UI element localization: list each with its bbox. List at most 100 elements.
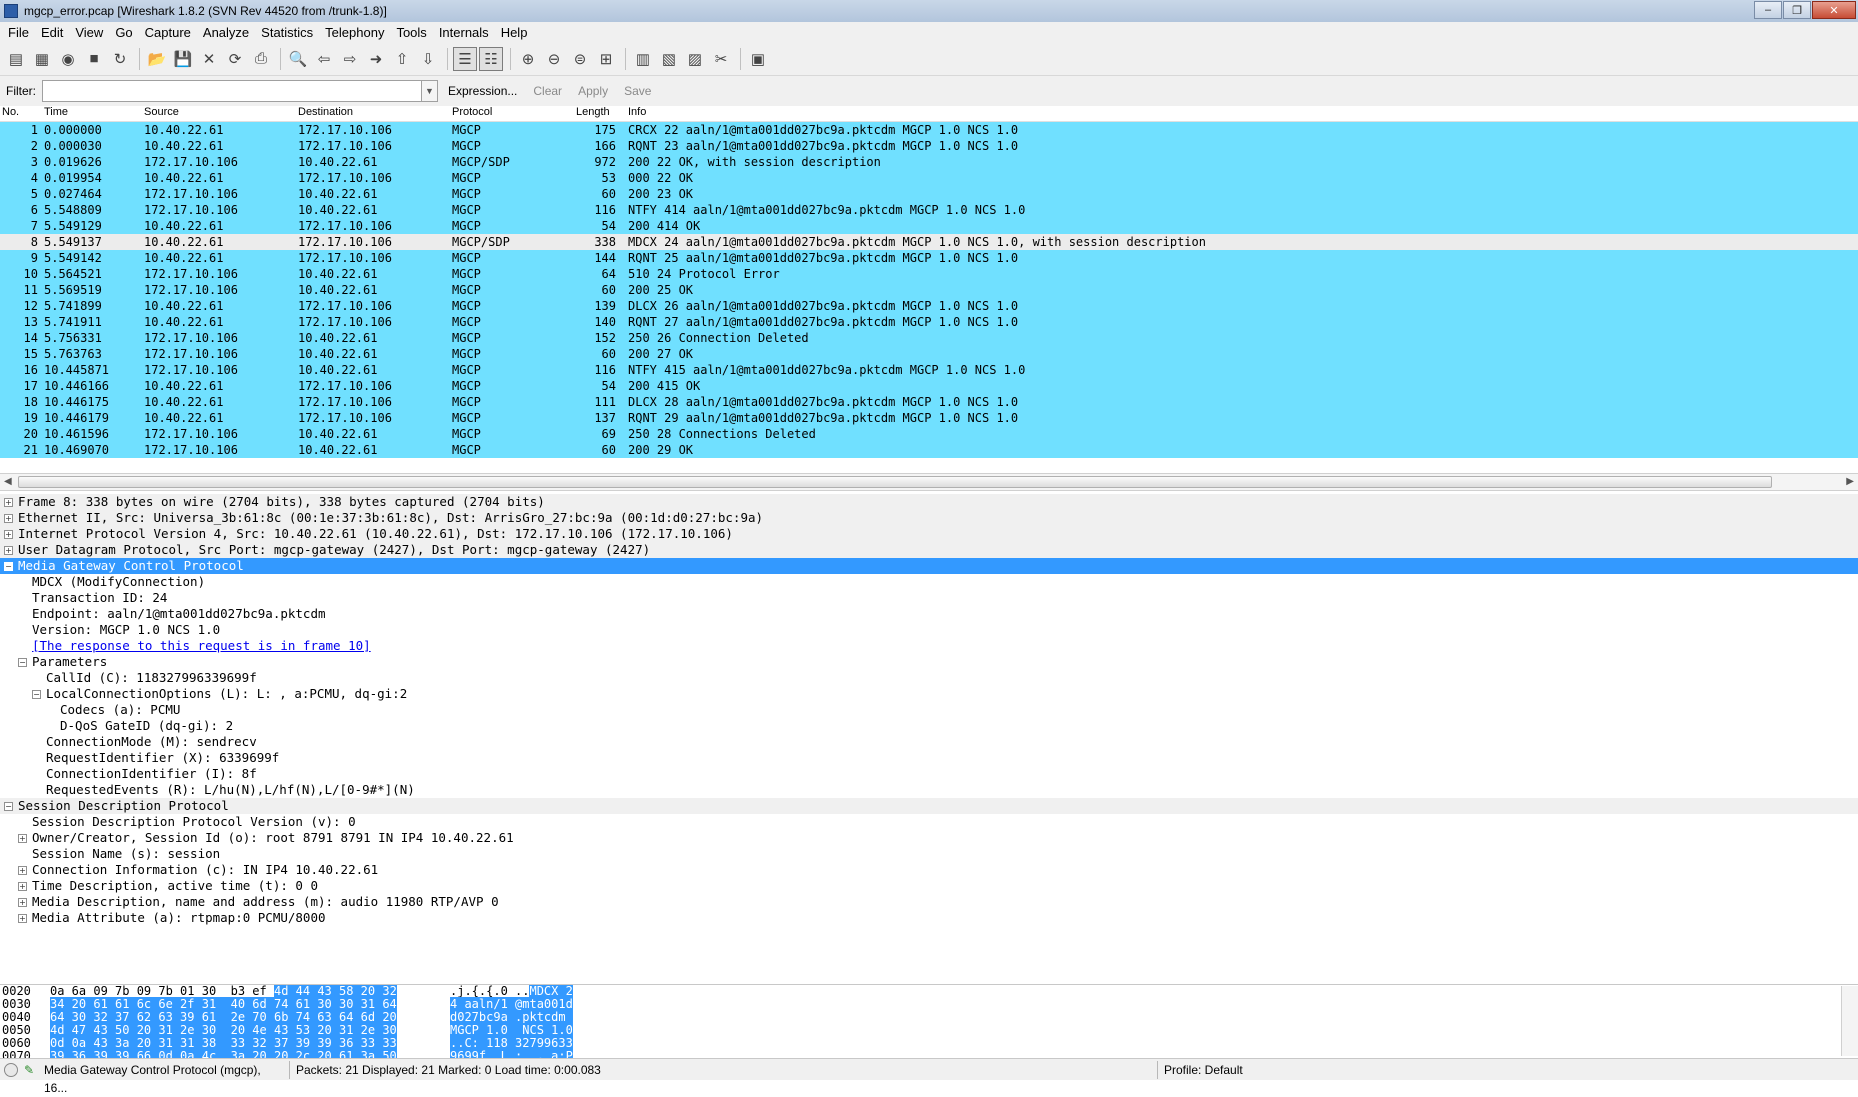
hex-row[interactable]: 0070 39 36 39 39 66 0d 0a 4c 3a 20 20 2c … <box>0 1049 1858 1058</box>
detail-row[interactable]: ConnectionMode (M): sendrecv <box>0 734 1858 750</box>
menu-tools[interactable]: Tools <box>390 25 432 40</box>
detail-row[interactable]: + Time Description, active time (t): 0 0 <box>0 878 1858 894</box>
expand-icon[interactable]: + <box>18 897 27 907</box>
save-button[interactable]: Save <box>624 84 651 98</box>
help-button[interactable]: ▣ <box>746 47 770 71</box>
open-file-button[interactable]: 📂 <box>145 47 169 71</box>
packet-list-hscrollbar[interactable]: ◀ ▶ <box>0 473 1858 491</box>
zoom-out-button[interactable]: ⊖ <box>542 47 566 71</box>
capture-filters-button[interactable]: ▥ <box>631 47 655 71</box>
packet-row[interactable]: 18 10.446175 10.40.22.61 172.17.10.106 MGCP 1… <box>0 394 1858 410</box>
expand-icon[interactable]: + <box>4 529 13 539</box>
scroll-right-icon[interactable]: ▶ <box>1846 476 1854 487</box>
packet-row[interactable]: 21 10.469070 172.17.10.106 10.40.22.61 MGCP 6… <box>0 442 1858 458</box>
response-frame-link[interactable]: [The response to this request is in fram… <box>32 638 371 654</box>
find-button[interactable]: 🔍 <box>286 47 310 71</box>
detail-row[interactable]: Version: MGCP 1.0 NCS 1.0 <box>0 622 1858 638</box>
packet-row[interactable]: 4 0.019954 10.40.22.61 172.17.10.106 MGCP 53 0… <box>0 170 1858 186</box>
zoom-normal-button[interactable]: ⊜ <box>568 47 592 71</box>
packet-row[interactable]: 17 10.446166 10.40.22.61 172.17.10.106 MGCP 5… <box>0 378 1858 394</box>
column-header-no[interactable]: No. <box>0 106 42 121</box>
detail-row[interactable]: Endpoint: aaln/1@mta001dd027bc9a.pktcdm <box>0 606 1858 622</box>
clear-button[interactable]: Clear <box>533 84 562 98</box>
stop-capture-button[interactable]: ■ <box>82 47 106 71</box>
packet-row[interactable]: 15 5.763763 172.17.10.106 10.40.22.61 MGCP 60… <box>0 346 1858 362</box>
packet-details-tree[interactable]: + Frame 8: 338 bytes on wire (2704 bits),… <box>0 494 1858 980</box>
coloring-rules-button[interactable]: ▨ <box>683 47 707 71</box>
zoom-in-button[interactable]: ⊕ <box>516 47 540 71</box>
collapse-icon[interactable]: − <box>32 689 41 699</box>
menu-help[interactable]: Help <box>495 25 534 40</box>
save-file-button[interactable]: 💾 <box>171 47 195 71</box>
expand-icon[interactable]: + <box>18 833 27 843</box>
detail-row[interactable]: − Parameters <box>0 654 1858 670</box>
menu-view[interactable]: View <box>69 25 109 40</box>
packet-row[interactable]: 6 5.548809 172.17.10.106 10.40.22.61 MGCP 116… <box>0 202 1858 218</box>
expand-icon[interactable]: + <box>4 545 13 555</box>
go-first-button[interactable]: ⇧ <box>390 47 414 71</box>
packet-row[interactable]: 9 5.549142 10.40.22.61 172.17.10.106 MGCP 144… <box>0 250 1858 266</box>
detail-row[interactable]: RequestIdentifier (X): 6339699f <box>0 750 1858 766</box>
close-file-button[interactable]: ✕ <box>197 47 221 71</box>
detail-row[interactable]: − Session Description Protocol <box>0 798 1858 814</box>
detail-row[interactable]: + Media Attribute (a): rtpmap:0 PCMU/8000 <box>0 910 1858 926</box>
menu-analyze[interactable]: Analyze <box>197 25 255 40</box>
resize-columns-button[interactable]: ⊞ <box>594 47 618 71</box>
scroll-left-icon[interactable]: ◀ <box>4 476 12 487</box>
detail-row[interactable]: Session Name (s): session <box>0 846 1858 862</box>
go-forward-button[interactable]: ⇨ <box>338 47 362 71</box>
detail-row[interactable]: + Owner/Creator, Session Id (o): root 879… <box>0 830 1858 846</box>
column-header-length[interactable]: Length <box>574 106 624 121</box>
detail-row[interactable]: [The response to this request is in fram… <box>0 638 1858 654</box>
packet-row[interactable]: 3 0.019626 172.17.10.106 10.40.22.61 MGCP/SD… <box>0 154 1858 170</box>
detail-row[interactable]: − LocalConnectionOptions (L): L: , a:PCMU… <box>0 686 1858 702</box>
packet-row[interactable]: 5 0.027464 172.17.10.106 10.40.22.61 MGCP 60 2… <box>0 186 1858 202</box>
packet-row[interactable]: 2 0.000030 10.40.22.61 172.17.10.106 MGCP 166… <box>0 138 1858 154</box>
packet-row[interactable]: 16 10.445871 172.17.10.106 10.40.22.61 MGCP 1… <box>0 362 1858 378</box>
detail-row[interactable]: + Media Description, name and address (m)… <box>0 894 1858 910</box>
filter-input[interactable] <box>42 80 422 102</box>
packet-row[interactable]: 12 5.741899 10.40.22.61 172.17.10.106 MGCP 13… <box>0 298 1858 314</box>
detail-row[interactable]: Codecs (a): PCMU <box>0 702 1858 718</box>
expand-icon[interactable]: + <box>18 881 27 891</box>
expression-button[interactable]: Expression... <box>448 84 517 98</box>
column-header-time[interactable]: Time <box>42 106 142 121</box>
hex-bytes[interactable]: 39 36 39 39 66 0d 0a 4c 3a 20 20 2c 20 6… <box>50 1049 450 1058</box>
menu-file[interactable]: File <box>2 25 35 40</box>
menu-telephony[interactable]: Telephony <box>319 25 390 40</box>
packet-row[interactable]: 19 10.446179 10.40.22.61 172.17.10.106 MGCP 1… <box>0 410 1858 426</box>
packet-row[interactable]: 8 5.549137 10.40.22.61 172.17.10.106 MGCP/SD… <box>0 234 1858 250</box>
detail-row[interactable]: ConnectionIdentifier (I): 8f <box>0 766 1858 782</box>
apply-button[interactable]: Apply <box>578 84 608 98</box>
autoscroll-button[interactable]: ☷ <box>479 46 503 71</box>
expand-icon[interactable]: + <box>18 865 27 875</box>
minimize-button[interactable]: – <box>1754 1 1782 19</box>
interface-list-button[interactable]: ▤ <box>4 47 28 71</box>
detail-row[interactable]: + Connection Information (c): IN IP4 10.4… <box>0 862 1858 878</box>
detail-row[interactable]: MDCX (ModifyConnection) <box>0 574 1858 590</box>
detail-row[interactable]: + User Datagram Protocol, Src Port: mgcp-… <box>0 542 1858 558</box>
reload-button[interactable]: ⟳ <box>223 47 247 71</box>
scrollbar-thumb[interactable] <box>18 476 1772 488</box>
close-button[interactable]: ✕ <box>1812 1 1856 19</box>
packet-row[interactable]: 11 5.569519 172.17.10.106 10.40.22.61 MGCP 60… <box>0 282 1858 298</box>
go-last-button[interactable]: ⇩ <box>416 47 440 71</box>
menu-capture[interactable]: Capture <box>139 25 197 40</box>
collapse-icon[interactable]: − <box>18 657 27 667</box>
packet-row[interactable]: 1 0.000000 10.40.22.61 172.17.10.106 MGCP 175… <box>0 122 1858 138</box>
restart-capture-button[interactable]: ↻ <box>108 47 132 71</box>
start-capture-button[interactable]: ◉ <box>56 47 80 71</box>
packet-row[interactable]: 7 5.549129 10.40.22.61 172.17.10.106 MGCP 54 2… <box>0 218 1858 234</box>
packet-row[interactable]: 13 5.741911 10.40.22.61 172.17.10.106 MGCP 14… <box>0 314 1858 330</box>
preferences-button[interactable]: ✂ <box>709 47 733 71</box>
maximize-button[interactable]: ❐ <box>1783 1 1811 19</box>
detail-row[interactable]: Session Description Protocol Version (v)… <box>0 814 1858 830</box>
expand-icon[interactable]: + <box>18 913 27 923</box>
expand-icon[interactable]: + <box>4 513 13 523</box>
capture-options-button[interactable]: ▦ <box>30 47 54 71</box>
packet-bytes-pane[interactable]: 0020 0a 6a 09 7b 09 7b 01 30 b3 ef 4d 44 … <box>0 984 1858 1058</box>
collapse-icon[interactable]: − <box>4 561 13 571</box>
display-filters-button[interactable]: ▧ <box>657 47 681 71</box>
detail-row[interactable]: RequestedEvents (R): L/hu(N),L/hf(N),L/[… <box>0 782 1858 798</box>
detail-row[interactable]: + Internet Protocol Version 4, Src: 10.40… <box>0 526 1858 542</box>
